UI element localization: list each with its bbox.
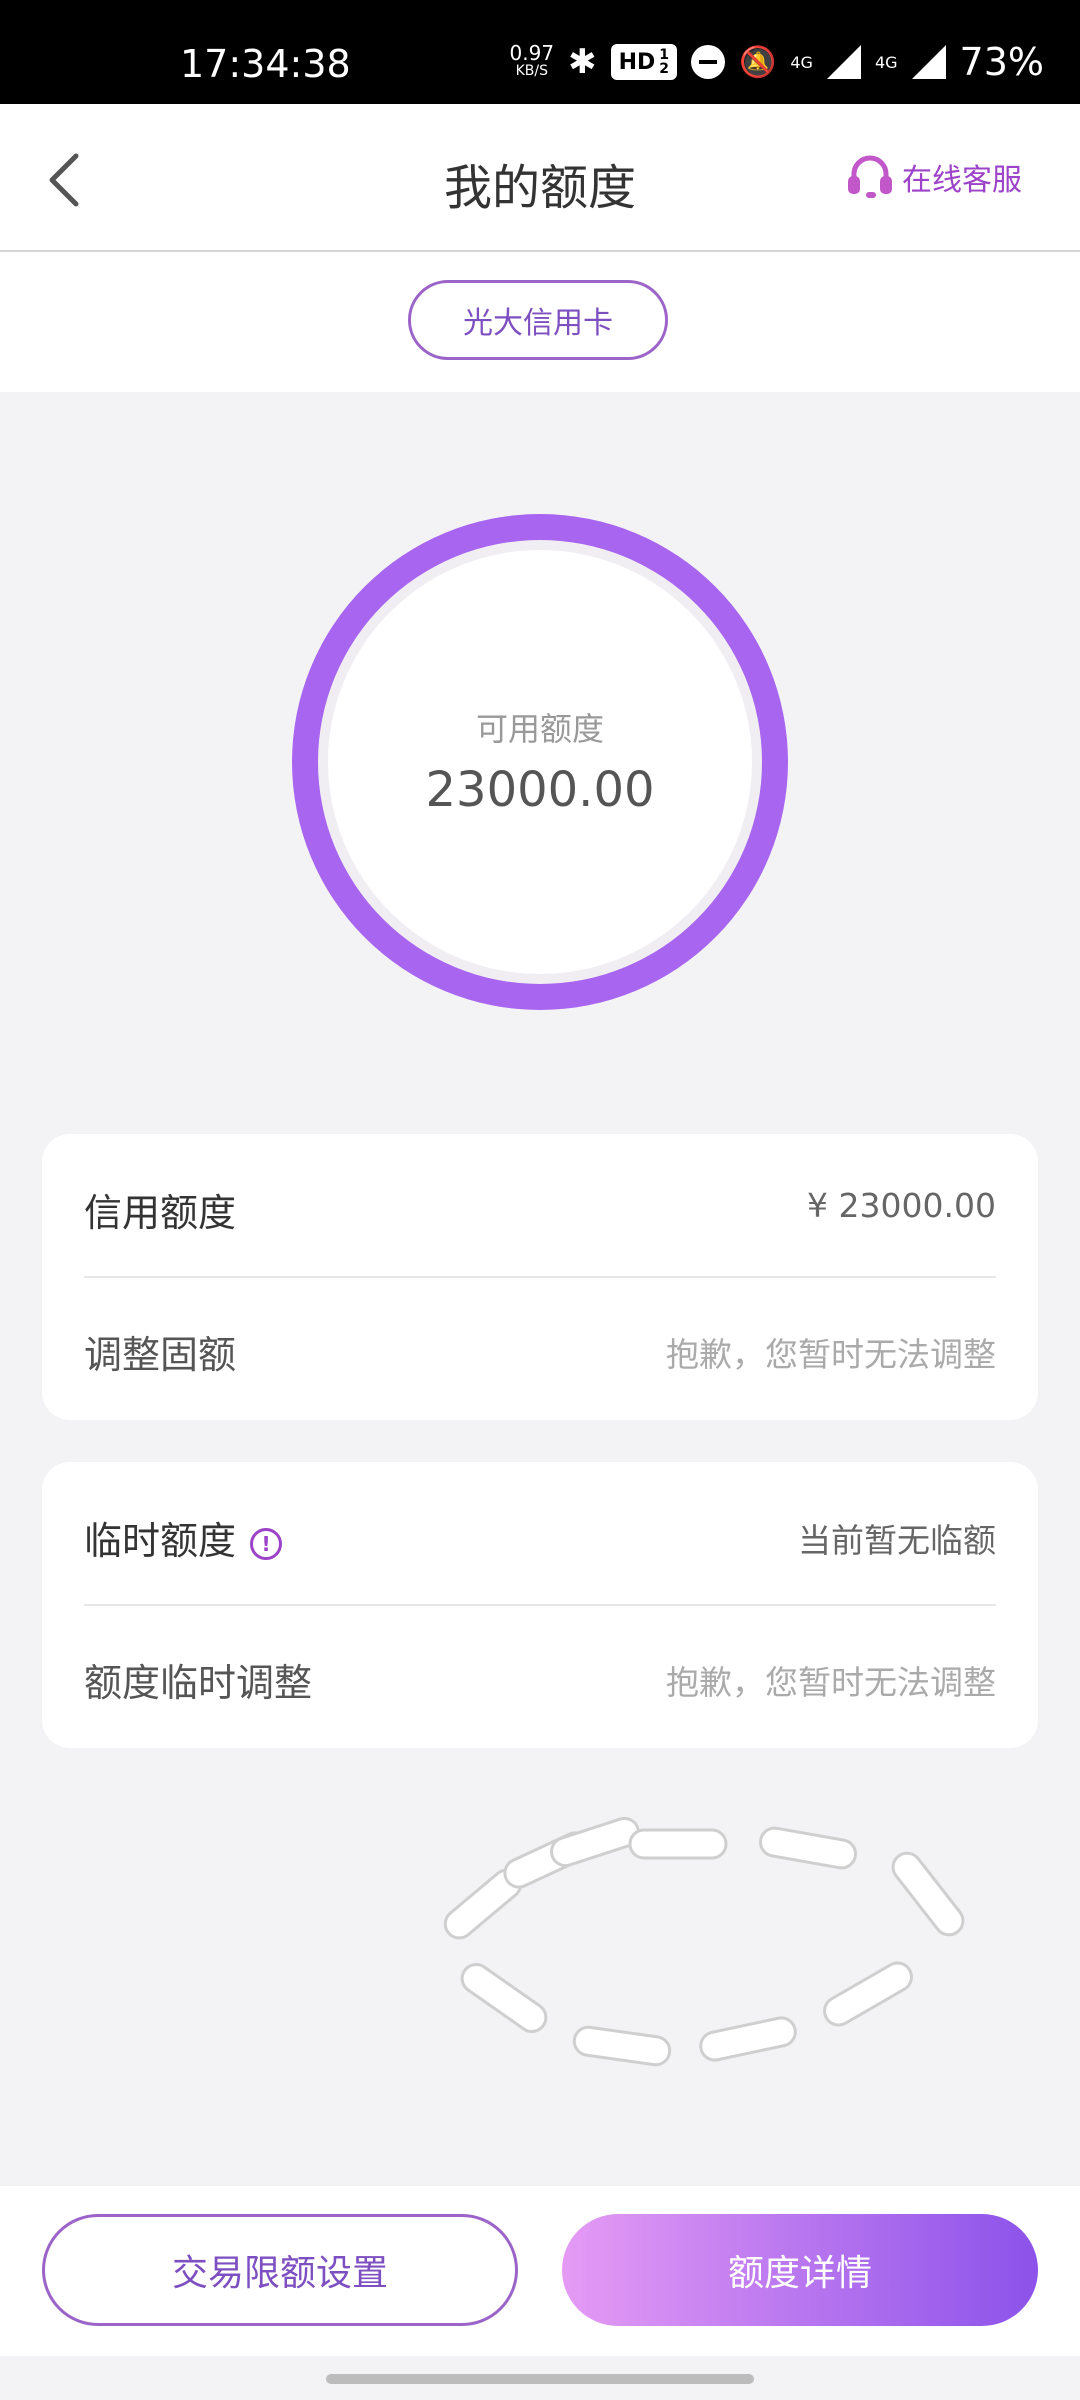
temporary-limit-panel: 临时额度! 当前暂无临额 额度临时调整 抱歉，您暂时无法调整 [42,1462,1038,1748]
adjust-fixed-limit-label: 调整固额 [84,1333,237,1377]
info-icon[interactable]: ! [250,1527,283,1560]
available-credit-label: 可用额度 [475,710,604,748]
temporary-limit-label-wrap: 临时额度! [84,1510,283,1565]
network-type-2: 4G [874,52,898,72]
transaction-limit-settings-button[interactable]: 交易限额设置 [42,2214,518,2326]
status-bar: 17:34:38 0.97 KB/S ✱ HD 12 🔕 4G 4G 73% [0,0,1080,104]
available-credit-ring: 可用额度 23000.00 [292,514,788,1010]
online-support-link[interactable]: 在线客服 [846,154,1022,200]
bluetooth-icon: ✱ [568,42,597,82]
temporary-adjust-row[interactable]: 额度临时调整 抱歉，您暂时无法调整 [42,1604,1038,1746]
credit-limit-label: 信用额度 [84,1191,237,1235]
temporary-limit-label: 临时额度 [84,1519,237,1563]
card-selector-bar: 光大信用卡 [0,252,1080,392]
credit-limit-value: ¥ 23000.00 [807,1186,996,1225]
battery-percent: 73% [959,40,1044,84]
hd-badge: HD 12 [610,44,678,80]
app-header: 我的额度 在线客服 [0,104,1080,252]
temporary-limit-row: 临时额度! 当前暂无临额 [42,1462,1038,1604]
temporary-adjust-label: 额度临时调整 [84,1661,313,1705]
mute-bell-icon: 🔕 [739,44,777,80]
credit-limit-panel: 信用额度 ¥ 23000.00 调整固额 抱歉，您暂时无法调整 [42,1134,1038,1420]
bottom-action-bar: 交易限额设置 额度详情 [0,2186,1080,2356]
status-icons: 0.97 KB/S ✱ HD 12 🔕 4G 4G 73% [510,34,1044,90]
adjust-fixed-limit-row[interactable]: 调整固额 抱歉，您暂时无法调整 [42,1276,1038,1418]
net-speed-unit: KB/S [515,63,548,79]
status-time: 17:34:38 [180,42,351,86]
adjust-fixed-limit-status: 抱歉，您暂时无法调整 [666,1335,996,1374]
hd-sim-bottom: 2 [659,61,670,77]
net-speed-value: 0.97 [509,41,555,65]
network-type-1: 4G [790,52,813,72]
support-label: 在线客服 [902,163,1022,198]
temporary-limit-value: 当前暂无临额 [798,1521,996,1560]
credit-limit-row: 信用额度 ¥ 23000.00 [42,1134,1038,1276]
loading-spinner-icon [443,1816,965,2067]
available-credit-value: 23000.00 [425,762,655,818]
hd-sim-top: 1 [659,47,670,63]
headset-icon [848,155,892,198]
net-speed: 0.97 KB/S [509,41,555,80]
do-not-disturb-icon [691,45,726,79]
temporary-adjust-status: 抱歉，您暂时无法调整 [666,1663,996,1702]
home-indicator[interactable] [326,2374,754,2384]
hd-label: HD [618,49,656,75]
card-selector-button[interactable]: 光大信用卡 [408,280,668,360]
signal-icon-2 [911,45,946,79]
signal-icon-1 [826,45,861,79]
limit-details-button[interactable]: 额度详情 [562,2214,1038,2326]
